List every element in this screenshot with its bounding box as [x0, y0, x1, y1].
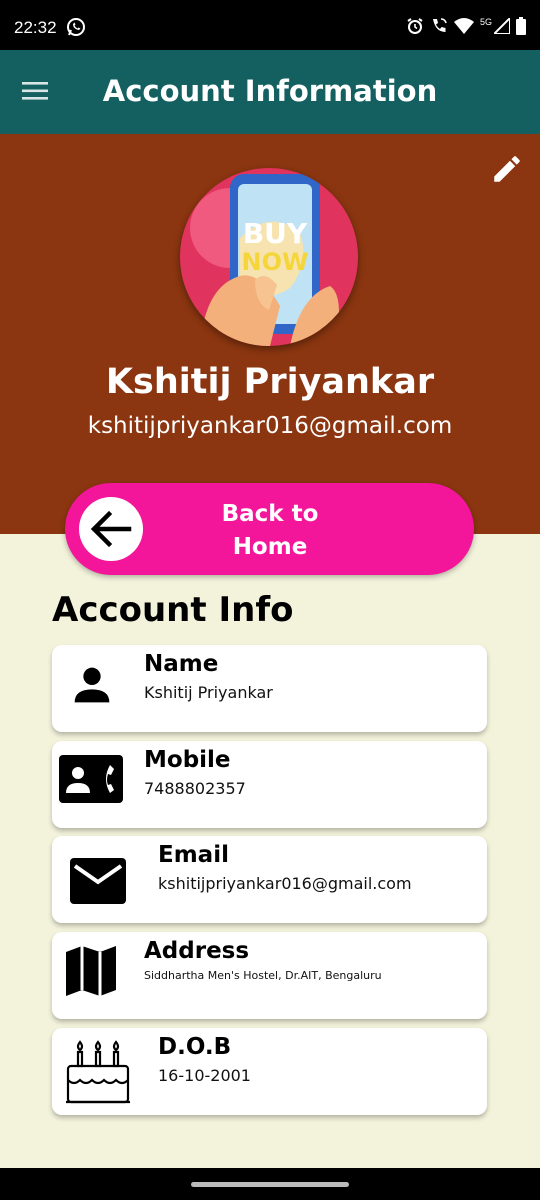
mobile-card-title: Mobile [144, 747, 231, 773]
back-arrow-circle [79, 497, 143, 561]
profile-email: kshitijpriyankar016@gmail.com [87, 413, 453, 439]
address-card-value: Siddhartha Men's Hostel, Dr.AIT, Bengalu… [144, 969, 382, 982]
address-card-title: Address [144, 938, 250, 964]
person-icon [74, 667, 110, 703]
section-title: Account Info [52, 590, 294, 630]
cake-icon [66, 1040, 130, 1104]
dob-card: D.O.B 16-10-2001 [52, 1028, 487, 1115]
system-nav-bar [0, 1168, 540, 1200]
alarm-icon [407, 18, 423, 34]
battery-icon [516, 17, 526, 35]
contact-phone-icon [59, 755, 123, 803]
home-gesture-handle[interactable] [191, 1182, 349, 1187]
map-icon [66, 946, 116, 996]
dob-card-value: 16-10-2001 [158, 1066, 251, 1085]
back-to-home-button[interactable]: Back to Home [65, 483, 474, 575]
wifi-icon [453, 18, 474, 34]
back-arrow-icon [90, 510, 132, 548]
status-bar: 22:32 5G [0, 0, 540, 50]
email-card-value: kshitijpriyankar016@gmail.com [158, 874, 412, 893]
email-card: Email kshitijpriyankar016@gmail.com [52, 836, 487, 923]
wifi-calling-icon [432, 18, 447, 32]
name-card: Name Kshitij Priyankar [52, 645, 487, 732]
signal-icon [494, 18, 510, 34]
app-bar: Account Information [0, 50, 540, 134]
network-type-label: 5G [479, 17, 492, 27]
address-card: Address Siddhartha Men's Hostel, Dr.AIT,… [52, 932, 487, 1019]
dob-card-title: D.O.B [158, 1034, 232, 1060]
name-card-value: Kshitij Priyankar [144, 683, 273, 702]
page-title: Account Information [102, 74, 438, 108]
profile-avatar: BUY NOW [180, 168, 358, 346]
back-button-label-line1: Back to [221, 501, 319, 527]
profile-header: BUY NOW Kshitij Priyankar kshitijpriyank… [0, 134, 540, 534]
avatar-text-now: NOW [242, 248, 309, 276]
whatsapp-icon [67, 18, 85, 36]
mobile-card: Mobile 7488802357 [52, 741, 487, 828]
name-card-title: Name [144, 651, 219, 677]
mail-icon [70, 858, 126, 904]
back-button-label: Back to Home [185, 498, 355, 564]
back-button-label-line2: Home [232, 534, 308, 560]
mobile-card-value: 7488802357 [144, 779, 246, 798]
avatar-text-buy: BUY [243, 217, 308, 250]
status-time: 22:32 [14, 18, 57, 37]
profile-name: Kshitij Priyankar [105, 362, 435, 402]
email-card-title: Email [158, 842, 229, 868]
edit-pencil-icon[interactable] [490, 152, 524, 186]
